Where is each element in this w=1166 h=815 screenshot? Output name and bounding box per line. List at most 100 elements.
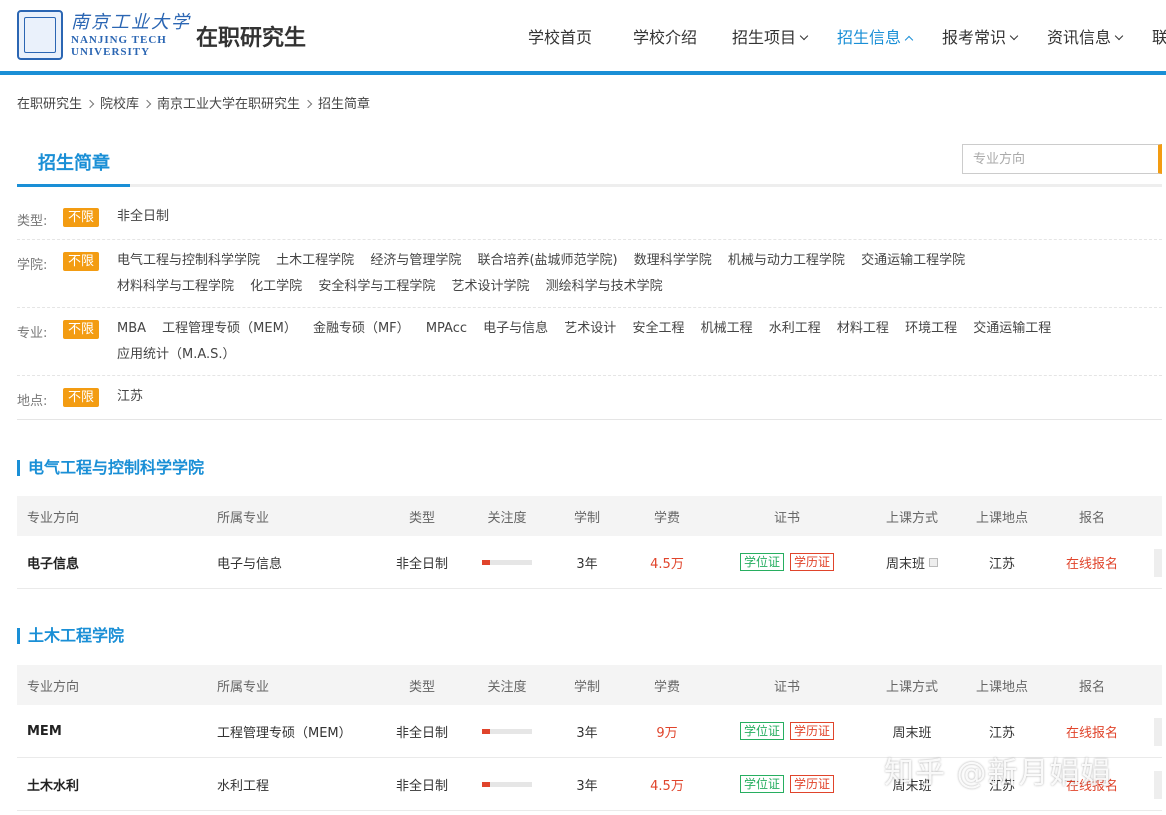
chevron-down-icon — [799, 31, 809, 41]
row-direction[interactable]: MEM — [27, 705, 62, 757]
col-direction: 专业方向 — [27, 679, 80, 695]
filter-all-tag[interactable]: 不限 — [63, 252, 100, 271]
filter-option[interactable]: 非全日制 — [117, 209, 169, 224]
breadcrumb-item[interactable]: 在职研究生 — [17, 97, 82, 112]
row-fee: 9万 — [656, 725, 678, 741]
col-major: 所属专业 — [217, 510, 270, 526]
tab-admission-brochure[interactable]: 招生简章 — [17, 140, 130, 187]
chevron-right-icon — [142, 99, 152, 109]
filter-option[interactable]: 测绘科学与技术学院 — [546, 279, 663, 294]
heat-bar — [482, 728, 532, 734]
filter-option[interactable]: MBA — [117, 321, 146, 336]
nav-contact[interactable]: 联 — [1152, 24, 1166, 48]
heat-bar — [482, 781, 532, 787]
zhihu-watermark: 知乎 @新月娟娟 — [884, 756, 1112, 791]
filter-option[interactable]: 材料科学与工程学院 — [117, 279, 234, 294]
row-heat — [472, 705, 542, 757]
nav-home[interactable]: 学校首页 — [528, 24, 592, 48]
filter-label: 学院: — [17, 258, 48, 273]
col-duration: 学制 — [573, 679, 600, 695]
filter-options: 电气工程与控制科学学院 土木工程学院 经济与管理学院 联合培养(盐城师范学院) … — [117, 248, 1117, 300]
col-signup: 报名 — [1078, 510, 1105, 526]
row-location: 江苏 — [988, 556, 1015, 572]
nav-admission-info[interactable]: 招生信息 — [837, 24, 914, 48]
row-side-tab[interactable] — [1154, 771, 1162, 799]
filter-option[interactable]: MPAcc — [426, 321, 467, 336]
tab-divider — [17, 184, 1162, 187]
filter-label: 专业: — [17, 326, 48, 341]
chevron-right-icon — [303, 99, 313, 109]
degree-cert-badge: 学位证 — [739, 553, 784, 571]
chevron-right-icon — [85, 99, 95, 109]
filter-option[interactable]: 江苏 — [117, 389, 143, 404]
row-side-tab[interactable] — [1154, 549, 1162, 577]
filter-option[interactable]: 交通运输工程学院 — [861, 253, 965, 268]
filter-option[interactable]: 金融专硕（MF） — [313, 321, 410, 336]
filter-option[interactable]: 应用统计（M.A.S.） — [117, 347, 236, 362]
filter-option[interactable]: 工程管理专硕（MEM） — [162, 321, 297, 336]
filter-option[interactable]: 环境工程 — [905, 321, 957, 336]
col-heat: 关注度 — [487, 679, 527, 695]
nav-exam-knowledge[interactable]: 报考常识 — [942, 24, 1019, 48]
row-major: 工程管理专硕（MEM） — [217, 725, 352, 741]
filter-option[interactable]: 材料工程 — [837, 321, 889, 336]
nav-news[interactable]: 资讯信息 — [1047, 24, 1124, 48]
col-mode: 上课方式 — [885, 510, 938, 526]
filter-option[interactable]: 安全科学与工程学院 — [318, 279, 435, 294]
row-direction[interactable]: 电子信息 — [27, 536, 79, 588]
breadcrumb-item[interactable]: 南京工业大学在职研究生 — [157, 97, 300, 112]
row-type: 非全日制 — [395, 778, 448, 794]
breadcrumb-item[interactable]: 院校库 — [100, 97, 139, 112]
filter-all-tag[interactable]: 不限 — [63, 208, 100, 227]
filter-options: MBA 工程管理专硕（MEM） 金融专硕（MF） MPAcc 电子与信息 艺术设… — [117, 316, 1117, 368]
filter-option[interactable]: 土木工程学院 — [276, 253, 354, 268]
filter-option[interactable]: 电子与信息 — [483, 321, 548, 336]
major-search-input[interactable] — [962, 144, 1162, 174]
col-cert: 证书 — [773, 510, 800, 526]
table-header: 专业方向 所属专业 类型 关注度 学制 学费 证书 上课方式 上课地点 报名 — [17, 665, 1162, 705]
table-header: 专业方向 所属专业 类型 关注度 学制 学费 证书 上课方式 上课地点 报名 — [17, 496, 1162, 536]
filter-option[interactable]: 机械与动力工程学院 — [728, 253, 845, 268]
row-cert: 学位证 学历证 — [727, 705, 847, 757]
col-heat: 关注度 — [487, 510, 527, 526]
filter-label: 类型: — [17, 214, 48, 229]
filter-option[interactable]: 水利工程 — [769, 321, 821, 336]
university-logo[interactable]: 南京工业大学 NANJING TECH UNIVERSITY — [17, 8, 189, 64]
online-signup-link[interactable]: 在线报名 — [1052, 536, 1132, 588]
col-type: 类型 — [408, 679, 435, 695]
filter-option[interactable]: 电气工程与控制科学学院 — [117, 253, 260, 268]
col-fee: 学费 — [653, 679, 680, 695]
row-heat — [472, 536, 542, 588]
chevron-down-icon — [1009, 31, 1019, 41]
filter-location: 地点: 不限 江苏 — [17, 388, 1162, 420]
filter-option[interactable]: 化工学院 — [250, 279, 302, 294]
col-location: 上课地点 — [975, 679, 1028, 695]
filter-option[interactable]: 机械工程 — [701, 321, 753, 336]
row-direction[interactable]: 土木水利 — [27, 758, 79, 810]
diploma-cert-badge: 学历证 — [790, 775, 835, 793]
heat-bar — [482, 559, 532, 565]
row-duration: 3年 — [576, 556, 598, 572]
row-major: 电子与信息 — [217, 556, 283, 572]
table-row: 电子信息 电子与信息 非全日制 3年 4.5万 学位证 学历证 周末班 江苏 在… — [17, 536, 1162, 589]
col-major: 所属专业 — [217, 679, 270, 695]
filter-option[interactable]: 联合培养(盐城师范学院) — [477, 253, 617, 268]
filter-option[interactable]: 安全工程 — [632, 321, 684, 336]
breadcrumb: 在职研究生 院校库 南京工业大学在职研究生 招生简章 — [17, 93, 370, 112]
filter-option[interactable]: 经济与管理学院 — [370, 253, 461, 268]
filter-all-tag[interactable]: 不限 — [63, 388, 100, 407]
row-side-tab[interactable] — [1154, 718, 1162, 746]
filter-major: 专业: 不限 MBA 工程管理专硕（MEM） 金融专硕（MF） MPAcc 电子… — [17, 320, 1162, 376]
filter-option[interactable]: 艺术设计学院 — [451, 279, 529, 294]
filter-option[interactable]: 艺术设计 — [564, 321, 616, 336]
filter-all-tag[interactable]: 不限 — [63, 320, 100, 339]
nav-programs[interactable]: 招生项目 — [732, 24, 809, 48]
filter-option[interactable]: 交通运输工程 — [973, 321, 1051, 336]
row-duration: 3年 — [576, 778, 598, 794]
filter-option[interactable]: 数理科学学院 — [634, 253, 712, 268]
row-duration: 3年 — [576, 725, 598, 741]
nav-about[interactable]: 学校介绍 — [633, 24, 697, 48]
row-fee: 4.5万 — [650, 778, 684, 794]
info-icon[interactable] — [929, 557, 938, 567]
col-signup: 报名 — [1078, 679, 1105, 695]
